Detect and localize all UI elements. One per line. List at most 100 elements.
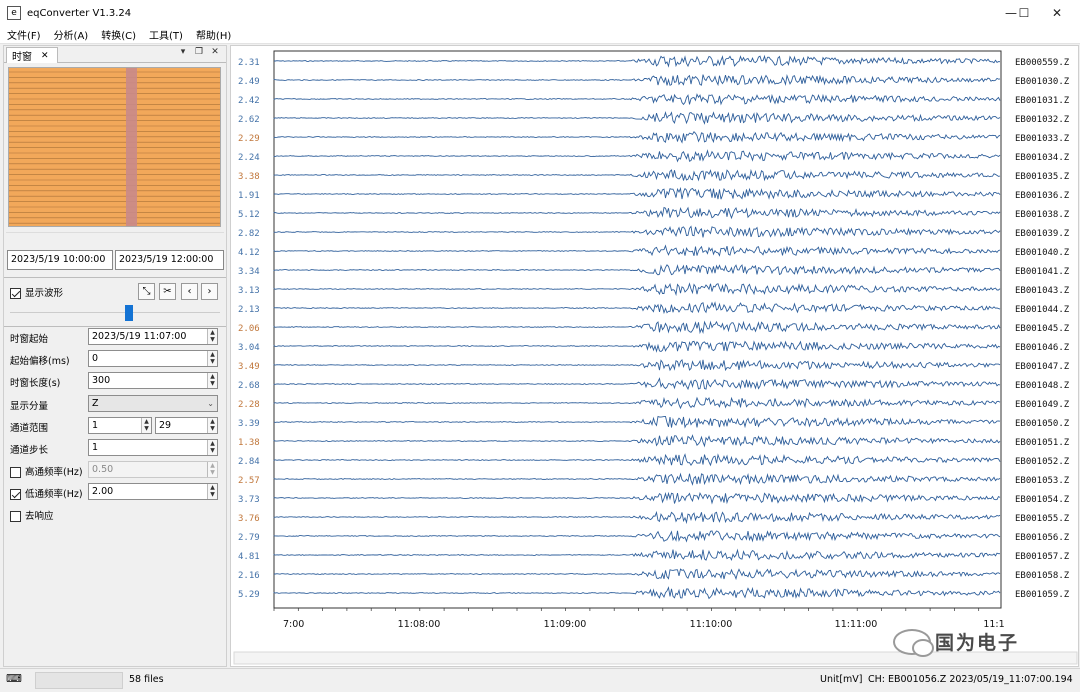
- spin-icon[interactable]: ▲ ▼: [141, 418, 151, 433]
- menu-analysis[interactable]: 分析(A): [47, 27, 95, 42]
- channel-amplitude: 2.13: [238, 305, 260, 315]
- end-datetime[interactable]: 2023/5/19 12:00:00: [115, 250, 224, 270]
- status-bar: ⌨ 58 files Unit[mV] CH: EB001056.Z 2023/…: [0, 668, 1080, 692]
- highpass-checkbox[interactable]: [10, 467, 21, 478]
- show-waveform-checkbox[interactable]: [10, 288, 21, 299]
- channel-trace: [273, 491, 1001, 505]
- channel-trace: [273, 396, 1001, 410]
- component-select[interactable]: Z ⌄: [88, 395, 218, 412]
- channel-info: CH: EB001056.Z 2023/05/19_11:07:00.194: [868, 674, 1073, 685]
- overview-waveform[interactable]: [8, 67, 221, 227]
- divider: [4, 326, 226, 327]
- channel-name: EB001055.Z: [1015, 514, 1070, 524]
- deresponse-checkbox[interactable]: [10, 511, 21, 522]
- prev-icon[interactable]: ‹: [181, 283, 198, 300]
- tab-close-icon[interactable]: ✕: [41, 51, 49, 61]
- scissors-icon[interactable]: ✂: [159, 283, 176, 300]
- spin-icon[interactable]: ▲ ▼: [207, 484, 217, 499]
- panel-tab-strip: 时窗 ✕ ▾ ❐ ✕: [4, 46, 226, 63]
- channel-trace: [274, 54, 1001, 68]
- channel-name: EB001043.Z: [1015, 286, 1070, 296]
- channel-name: EB000559.Z: [1015, 58, 1070, 68]
- close-button[interactable]: ✕: [1034, 0, 1080, 26]
- zoom-slider-track[interactable]: [10, 312, 220, 313]
- file-count: 58 files: [129, 674, 164, 685]
- float-icon[interactable]: ❐: [192, 47, 206, 57]
- channel-step-label: 通道步长: [10, 445, 49, 456]
- waveform-plot-panel[interactable]: 2.31 EB000559.Z 2.49 EB001030.Z 2.42 EB001031…: [230, 45, 1079, 667]
- channel-name: EB001050.Z: [1015, 419, 1070, 429]
- lowpass-field[interactable]: 2.00 ▲ ▼: [88, 483, 218, 500]
- window-start-label: 时窗起始: [10, 334, 49, 345]
- spin-icon[interactable]: ▲ ▼: [207, 462, 217, 477]
- zoom-slider-thumb[interactable]: [125, 305, 133, 321]
- channel-amplitude: 3.76: [238, 514, 260, 524]
- channel-step-field[interactable]: 1 ▲ ▼: [88, 439, 218, 456]
- spin-icon[interactable]: ▲ ▼: [207, 351, 217, 366]
- overview-scrollbar[interactable]: [6, 232, 224, 242]
- channel-trace: [273, 93, 1001, 106]
- channel-amplitude: 1.38: [238, 438, 260, 448]
- channel-trace: [273, 264, 1001, 276]
- menu-help[interactable]: 帮助(H): [189, 27, 237, 42]
- lowpass-checkbox[interactable]: [10, 489, 21, 500]
- selection-band[interactable]: [126, 68, 137, 226]
- next-icon[interactable]: ›: [201, 283, 218, 300]
- channel-range-to[interactable]: 29 ▲ ▼: [155, 417, 218, 434]
- spin-icon[interactable]: ▲ ▼: [207, 440, 217, 455]
- title-bar: e eqConverter V1.3.24 — ☐ ✕: [0, 0, 1080, 26]
- plot-frame: [273, 50, 1002, 609]
- lowpass-row[interactable]: 低通频率(Hz): [10, 486, 83, 500]
- channel-name: EB001032.Z: [1015, 115, 1070, 125]
- time-window-panel: 时窗 ✕ ▾ ❐ ✕ 2023/5/19 10:00:00 2023/5/19 …: [3, 45, 227, 667]
- show-waveform-row[interactable]: 显示波形: [10, 285, 63, 299]
- channel-amplitude: 3.13: [238, 286, 260, 296]
- start-datetime[interactable]: 2023/5/19 10:00:00: [7, 250, 113, 270]
- channel-amplitude: 5.29: [238, 590, 260, 600]
- highpass-label: 高通频率(Hz): [25, 467, 83, 478]
- show-waveform-label: 显示波形: [25, 288, 64, 299]
- channel-trace: [273, 377, 1001, 391]
- menu-convert[interactable]: 转换(C): [94, 27, 142, 42]
- waveform-chart[interactable]: 2.31 EB000559.Z 2.49 EB001030.Z 2.42 EB001031…: [231, 46, 1080, 668]
- channel-name: EB001034.Z: [1015, 153, 1070, 163]
- channel-step-value: 1: [92, 442, 99, 453]
- highpass-field[interactable]: 0.50 ▲ ▼: [88, 461, 218, 478]
- channel-name: EB001059.Z: [1015, 590, 1070, 600]
- channel-trace: [273, 282, 1001, 297]
- pin-icon[interactable]: ▾: [176, 47, 190, 57]
- channel-amplitude: 3.38: [238, 172, 260, 182]
- channel-trace: [273, 244, 1001, 257]
- channel-amplitude: 2.49: [238, 77, 260, 87]
- channel-name: EB001046.Z: [1015, 343, 1070, 353]
- start-offset-field[interactable]: 0 ▲ ▼: [88, 350, 218, 367]
- channel-trace: [273, 225, 1001, 238]
- channel-amplitude: 2.68: [238, 381, 260, 391]
- channel-amplitude: 5.12: [238, 210, 260, 220]
- highpass-row[interactable]: 高通频率(Hz): [10, 464, 83, 478]
- watermark-text: 国为电子: [935, 632, 1020, 654]
- channel-name: EB001030.Z: [1015, 77, 1070, 87]
- channel-trace: [273, 74, 1001, 87]
- x-tick-label: 11:10:00: [690, 619, 733, 630]
- fit-icon[interactable]: ⤡: [138, 283, 155, 300]
- window-start-field[interactable]: 2023/5/19 11:07:00 ▲ ▼: [88, 328, 218, 345]
- spin-icon[interactable]: ▲ ▼: [207, 418, 217, 433]
- keyboard-icon[interactable]: ⌨: [6, 672, 22, 685]
- spin-icon[interactable]: ▲ ▼: [207, 373, 217, 388]
- spin-icon[interactable]: ▲ ▼: [207, 329, 217, 344]
- channel-trace: [273, 434, 1001, 448]
- progress-bar: [35, 672, 123, 689]
- channel-amplitude: 2.82: [238, 229, 260, 239]
- channel-name: EB001056.Z: [1015, 533, 1070, 543]
- window-length-field[interactable]: 300 ▲ ▼: [88, 372, 218, 389]
- panel-close-icon[interactable]: ✕: [208, 47, 222, 57]
- channel-amplitude: 3.34: [238, 267, 260, 277]
- channel-range-from[interactable]: 1 ▲ ▼: [88, 417, 152, 434]
- channel-trace: [273, 358, 1001, 372]
- tab-time-window[interactable]: 时窗 ✕: [6, 47, 58, 63]
- menu-tools[interactable]: 工具(T): [142, 27, 189, 42]
- deresponse-row[interactable]: 去响应: [10, 508, 54, 522]
- channel-amplitude: 3.49: [238, 362, 260, 372]
- menu-file[interactable]: 文件(F): [0, 27, 47, 42]
